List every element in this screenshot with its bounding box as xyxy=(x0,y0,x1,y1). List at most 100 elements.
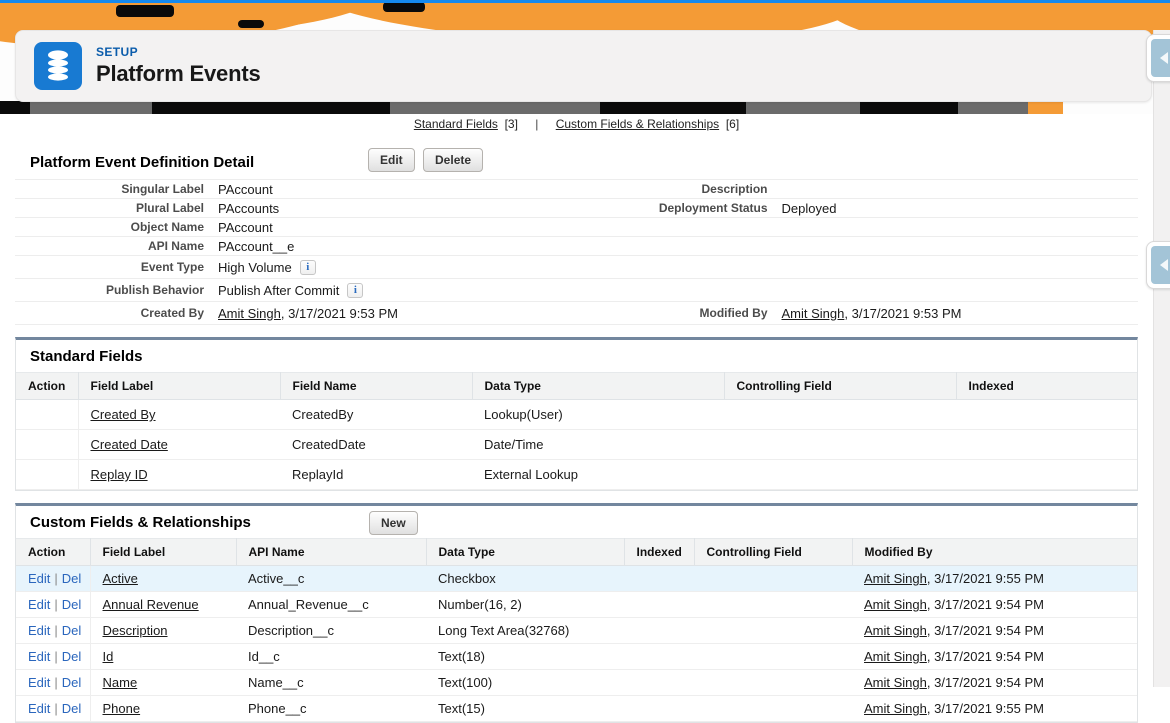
standard-fields-table: Action Field Label Field Name Data Type … xyxy=(16,372,1137,490)
cell-field-label: Active xyxy=(90,566,236,592)
cell-controlling-field xyxy=(694,592,852,618)
del-link[interactable]: Del xyxy=(62,675,82,690)
field-label-link[interactable]: Replay ID xyxy=(91,467,148,482)
cell-modified-by: Amit Singh, 3/17/2021 9:54 PM xyxy=(852,618,1137,644)
column-header-action: Action xyxy=(16,373,78,400)
column-header-action: Action xyxy=(16,539,90,566)
chevron-left-icon[interactable] xyxy=(1151,246,1170,284)
created-by-user-link[interactable]: Amit Singh xyxy=(218,306,281,321)
detail-row: Singular Label PAccount Description xyxy=(15,180,1138,199)
cell-api-name: Annual_Revenue__c xyxy=(236,592,426,618)
custom-fields-count: [6] xyxy=(722,117,739,131)
cell-indexed xyxy=(956,400,1137,430)
section-quick-links: Standard Fields [3] | Custom Fields & Re… xyxy=(0,114,1153,135)
del-link[interactable]: Del xyxy=(62,701,82,716)
field-label-link[interactable]: Phone xyxy=(103,701,141,716)
cell-action: Edit|Del xyxy=(16,592,90,618)
field-label: API Name xyxy=(15,239,218,253)
cell-controlling-field xyxy=(694,644,852,670)
custom-fields-link[interactable]: Custom Fields & Relationships xyxy=(556,117,719,131)
modified-by-date: , 3/17/2021 9:54 PM xyxy=(927,623,1044,638)
links-separator: | xyxy=(535,117,538,131)
field-label: Modified By xyxy=(577,306,782,320)
field-label-link[interactable]: Id xyxy=(103,649,114,664)
created-by-date: , 3/17/2021 9:53 PM xyxy=(281,306,398,321)
cell-controlling-field xyxy=(694,618,852,644)
modified-by-date: , 3/17/2021 9:54 PM xyxy=(927,649,1044,664)
standard-fields-link[interactable]: Standard Fields xyxy=(414,117,498,131)
cell-data-type: Long Text Area(32768) xyxy=(426,618,624,644)
delete-button[interactable]: Delete xyxy=(423,148,483,172)
modified-by-date: , 3/17/2021 9:53 PM xyxy=(844,306,961,321)
modified-by-user-link[interactable]: Amit Singh xyxy=(782,306,845,321)
modified-by-user-link[interactable]: Amit Singh xyxy=(864,701,927,716)
cell-data-type: Lookup(User) xyxy=(472,400,724,430)
field-label-link[interactable]: Annual Revenue xyxy=(103,597,199,612)
column-header-modified-by: Modified By xyxy=(852,539,1137,566)
standard-fields-title: Standard Fields xyxy=(30,348,143,365)
cell-controlling-field xyxy=(694,670,852,696)
cell-modified-by: Amit Singh, 3/17/2021 9:55 PM xyxy=(852,696,1137,722)
collapse-panel-handle[interactable] xyxy=(1146,241,1170,289)
field-value-text: High Volume xyxy=(218,260,292,275)
cell-field-name: ReplayId xyxy=(280,460,472,490)
edit-link[interactable]: Edit xyxy=(28,649,50,664)
del-link[interactable]: Del xyxy=(62,571,82,586)
cell-api-name: Name__c xyxy=(236,670,426,696)
modified-by-user-link[interactable]: Amit Singh xyxy=(864,675,927,690)
del-link[interactable]: Del xyxy=(62,649,82,664)
field-label-link[interactable]: Active xyxy=(103,571,138,586)
info-icon[interactable] xyxy=(347,283,363,298)
info-icon[interactable] xyxy=(300,260,316,275)
setup-banner: SETUP Platform Events xyxy=(0,0,1170,114)
field-label: Created By xyxy=(15,306,218,320)
edit-link[interactable]: Edit xyxy=(28,571,50,586)
field-label-link[interactable]: Created Date xyxy=(91,437,168,452)
field-label-link[interactable]: Name xyxy=(103,675,138,690)
field-label-link[interactable]: Created By xyxy=(91,407,156,422)
platform-event-detail-section: Platform Event Definition Detail Edit De… xyxy=(15,145,1138,325)
table-row: Replay ID ReplayId External Lookup xyxy=(16,460,1137,490)
field-label-link[interactable]: Description xyxy=(103,623,168,638)
modified-by-user-link[interactable]: Amit Singh xyxy=(864,597,927,612)
cell-indexed xyxy=(624,566,694,592)
chevron-left-icon[interactable] xyxy=(1151,39,1170,77)
cell-field-label: Created Date xyxy=(78,430,280,460)
del-link[interactable]: Del xyxy=(62,597,82,612)
field-label: Plural Label xyxy=(15,201,218,215)
cell-modified-by: Amit Singh, 3/17/2021 9:54 PM xyxy=(852,592,1137,618)
custom-fields-title: Custom Fields & Relationships xyxy=(30,514,251,531)
detail-row: Publish Behavior Publish After Commit xyxy=(15,279,1138,302)
field-label: Object Name xyxy=(15,220,218,234)
banner-art-orange-shape xyxy=(1028,101,1063,114)
detail-section-header: Platform Event Definition Detail Edit De… xyxy=(15,145,1138,179)
edit-link[interactable]: Edit xyxy=(28,675,50,690)
edit-button[interactable]: Edit xyxy=(368,148,415,172)
detail-row: API Name PAccount__e xyxy=(15,237,1138,256)
custom-fields-header: Custom Fields & Relationships New xyxy=(16,506,1137,538)
collapse-panel-handle[interactable] xyxy=(1146,34,1170,82)
modified-by-user-link[interactable]: Amit Singh xyxy=(864,623,927,638)
edit-link[interactable]: Edit xyxy=(28,597,50,612)
modified-by-user-link[interactable]: Amit Singh xyxy=(864,649,927,664)
edit-link[interactable]: Edit xyxy=(28,623,50,638)
database-stack-glyph xyxy=(43,49,73,83)
cell-api-name: Description__c xyxy=(236,618,426,644)
cell-indexed xyxy=(956,460,1137,490)
column-header-field-label: Field Label xyxy=(78,373,280,400)
new-button[interactable]: New xyxy=(369,511,418,535)
detail-row: Created By Amit Singh , 3/17/2021 9:53 P… xyxy=(15,302,1138,325)
modified-by-date: , 3/17/2021 9:54 PM xyxy=(927,597,1044,612)
modified-by-user-link[interactable]: Amit Singh xyxy=(864,571,927,586)
del-link[interactable]: Del xyxy=(62,623,82,638)
field-label: Publish Behavior xyxy=(15,283,218,297)
edit-link[interactable]: Edit xyxy=(28,701,50,716)
banner-art-dark-shape xyxy=(860,101,958,114)
detail-right: Description xyxy=(577,182,1139,196)
field-value: Publish After Commit xyxy=(218,283,577,298)
table-row: Edit|Del Phone Phone__c Text(15) Amit Si… xyxy=(16,696,1137,722)
cell-data-type: Number(16, 2) xyxy=(426,592,624,618)
action-separator: | xyxy=(54,649,57,664)
column-header-field-name: Field Name xyxy=(280,373,472,400)
cell-data-type: Text(100) xyxy=(426,670,624,696)
